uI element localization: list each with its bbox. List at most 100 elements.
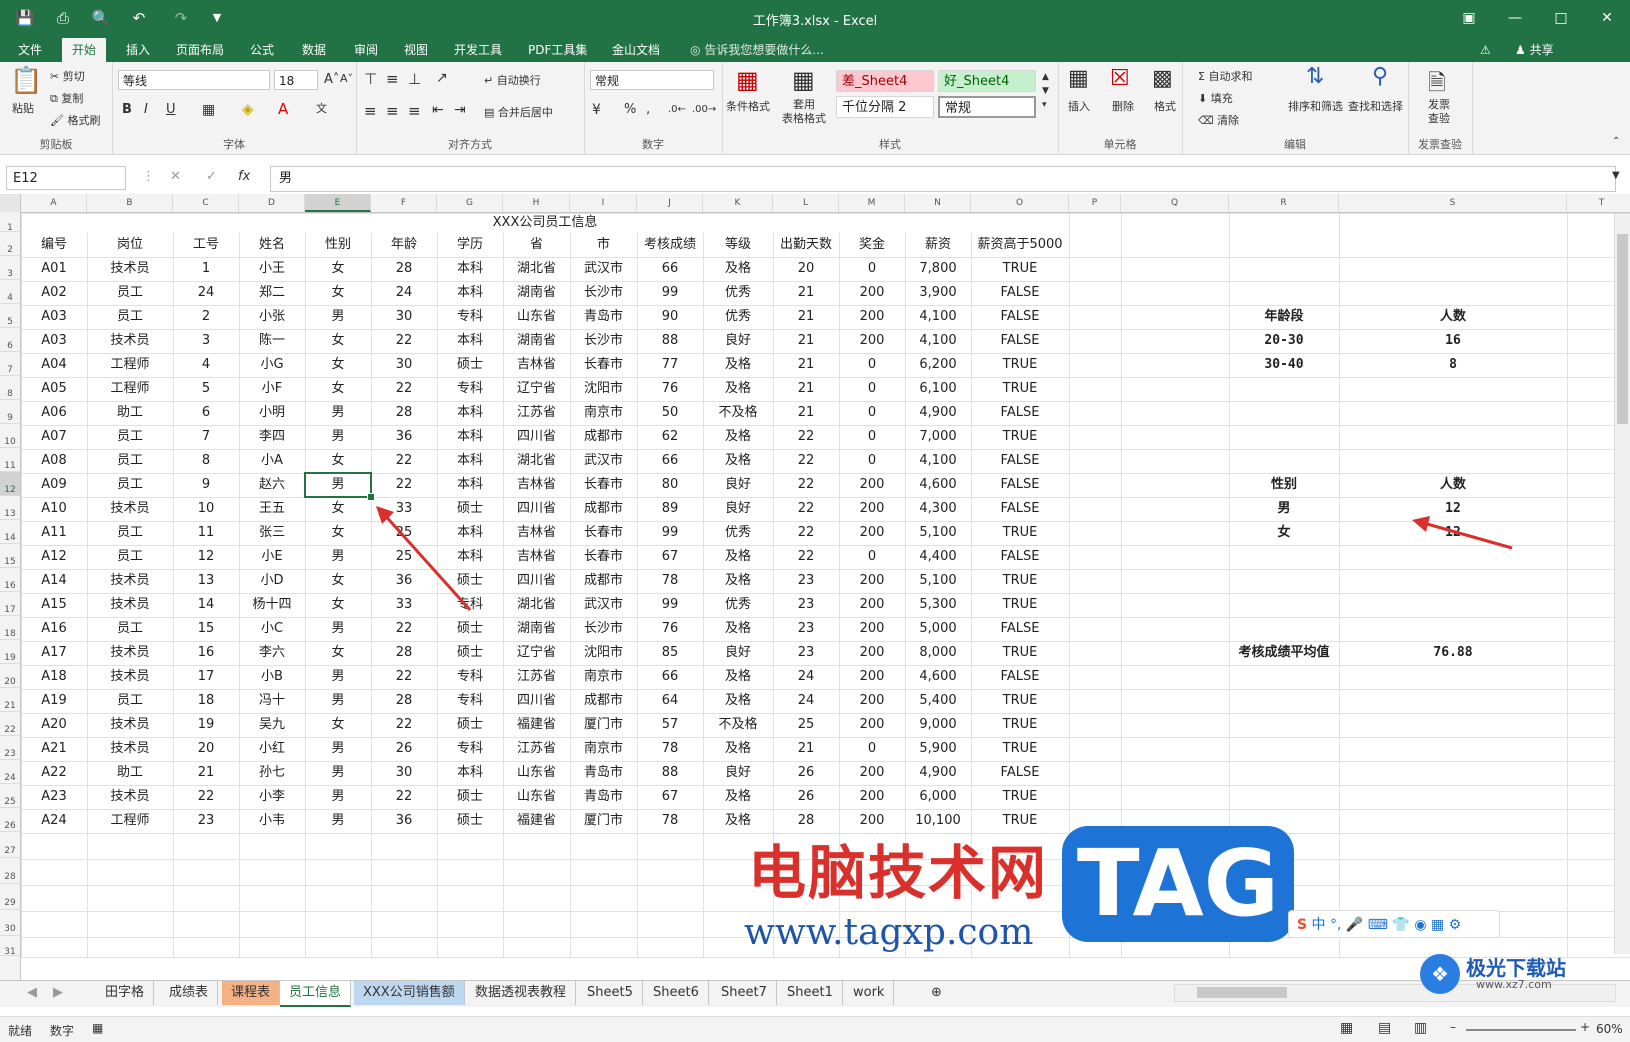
- table-cell[interactable]: 南京市: [570, 401, 637, 425]
- tab-home[interactable]: 开始: [62, 38, 107, 62]
- table-cell[interactable]: 18: [173, 689, 239, 713]
- row-header-11[interactable]: 11: [0, 448, 20, 472]
- scroll-thumb[interactable]: [1617, 234, 1628, 424]
- align-center-icon[interactable]: ≡: [386, 102, 399, 120]
- table-cell[interactable]: 湖南省: [503, 617, 570, 641]
- table-cell[interactable]: 21: [773, 737, 839, 761]
- table-cell[interactable]: 6,200: [905, 353, 971, 377]
- table-header-cell[interactable]: 奖金: [839, 233, 905, 257]
- table-cell[interactable]: 26: [773, 785, 839, 809]
- table-cell[interactable]: 99: [637, 593, 703, 617]
- table-cell[interactable]: 良好: [703, 473, 773, 497]
- row-header-18[interactable]: 18: [0, 616, 20, 640]
- row-header-16[interactable]: 16: [0, 568, 20, 592]
- table-cell[interactable]: A20: [21, 713, 87, 737]
- table-cell[interactable]: 10: [173, 497, 239, 521]
- table-cell[interactable]: 及格: [703, 353, 773, 377]
- table-cell[interactable]: 吴九: [239, 713, 305, 737]
- table-cell[interactable]: TRUE: [971, 377, 1069, 401]
- table-cell[interactable]: 21: [773, 377, 839, 401]
- table-header-cell[interactable]: 市: [570, 233, 637, 257]
- tab-file[interactable]: 文件: [8, 38, 52, 62]
- column-header-A[interactable]: A: [21, 194, 87, 212]
- select-all-corner[interactable]: [0, 194, 21, 212]
- table-cell[interactable]: 5,100: [905, 521, 971, 545]
- table-cell[interactable]: 女: [305, 353, 371, 377]
- table-cell[interactable]: 技术员: [87, 713, 173, 737]
- column-header-F[interactable]: F: [371, 194, 437, 212]
- table-cell[interactable]: 30: [371, 353, 437, 377]
- table-cell[interactable]: 及格: [703, 665, 773, 689]
- table-cell[interactable]: 四川省: [503, 569, 570, 593]
- column-header-M[interactable]: M: [839, 194, 905, 212]
- table-cell[interactable]: 硕士: [437, 713, 503, 737]
- table-cell[interactable]: 30: [371, 761, 437, 785]
- table-cell[interactable]: FALSE: [971, 281, 1069, 305]
- table-cell[interactable]: 四川省: [503, 497, 570, 521]
- column-header-L[interactable]: L: [773, 194, 839, 212]
- table-cell[interactable]: 22: [773, 473, 839, 497]
- table-header-cell[interactable]: 姓名: [239, 233, 305, 257]
- table-cell[interactable]: 小B: [239, 665, 305, 689]
- table-cell[interactable]: 36: [371, 809, 437, 833]
- row-header-21[interactable]: 21: [0, 688, 20, 712]
- table-cell[interactable]: 技术员: [87, 785, 173, 809]
- table-cell[interactable]: 助工: [87, 401, 173, 425]
- table-cell[interactable]: 21: [773, 305, 839, 329]
- table-cell[interactable]: 6,000: [905, 785, 971, 809]
- table-cell[interactable]: 女: [305, 713, 371, 737]
- table-cell[interactable]: TRUE: [971, 641, 1069, 665]
- table-cell[interactable]: 陈一: [239, 329, 305, 353]
- table-cell[interactable]: 0: [839, 545, 905, 569]
- table-cell[interactable]: 不及格: [703, 401, 773, 425]
- table-cell[interactable]: A14: [21, 569, 87, 593]
- table-cell[interactable]: 小A: [239, 449, 305, 473]
- table-cell[interactable]: A03: [21, 329, 87, 353]
- table-cell[interactable]: 67: [637, 785, 703, 809]
- table-cell[interactable]: 女: [305, 377, 371, 401]
- table-cell[interactable]: 21: [773, 329, 839, 353]
- row-header-30[interactable]: 30: [0, 910, 20, 936]
- table-cell[interactable]: 22: [773, 497, 839, 521]
- sheet-tab[interactable]: XXX公司销售额: [354, 981, 465, 1005]
- table-cell[interactable]: 辽宁省: [503, 377, 570, 401]
- underline-button[interactable]: U: [166, 102, 176, 117]
- table-cell[interactable]: TRUE: [971, 353, 1069, 377]
- table-cell[interactable]: A19: [21, 689, 87, 713]
- page-layout-view-icon[interactable]: ▤: [1378, 1020, 1391, 1036]
- table-cell[interactable]: 22: [371, 377, 437, 401]
- table-cell[interactable]: 90: [637, 305, 703, 329]
- row-header-4[interactable]: 4: [0, 280, 20, 304]
- number-format-select[interactable]: 常规: [590, 70, 714, 90]
- table-cell[interactable]: 0: [839, 257, 905, 281]
- grow-font-icon[interactable]: A˄: [324, 72, 339, 87]
- table-cell[interactable]: 良好: [703, 329, 773, 353]
- table-cell[interactable]: 湖北省: [503, 593, 570, 617]
- table-cell[interactable]: TRUE: [971, 713, 1069, 737]
- borders-icon[interactable]: ▦: [202, 102, 215, 118]
- ime-toolbar[interactable]: S 中 °, 🎤 ⌨ 👕 ◉ ▦ ⚙: [1288, 910, 1500, 938]
- formula-more-icon[interactable]: ⋮: [142, 169, 155, 184]
- table-cell[interactable]: 专科: [437, 737, 503, 761]
- styles-scroll-icon[interactable]: ▲ ▼ ▾: [1042, 70, 1049, 112]
- table-cell[interactable]: 5: [173, 377, 239, 401]
- summary-age-value[interactable]: 16: [1339, 329, 1567, 353]
- page-break-view-icon[interactable]: ▥: [1414, 1020, 1427, 1036]
- table-cell[interactable]: 江苏省: [503, 401, 570, 425]
- table-cell[interactable]: A11: [21, 521, 87, 545]
- table-cell[interactable]: 0: [839, 377, 905, 401]
- row-header-2[interactable]: 2: [0, 232, 20, 256]
- table-cell[interactable]: 良好: [703, 641, 773, 665]
- prev-sheet-icon[interactable]: ◀: [18, 981, 46, 1005]
- sheet-tab[interactable]: Sheet1: [778, 981, 843, 1005]
- table-cell[interactable]: 湖南省: [503, 281, 570, 305]
- table-cell[interactable]: 工程师: [87, 809, 173, 833]
- tell-me-box[interactable]: ◎ 告诉我您想要做什么...: [680, 38, 834, 62]
- tab-formulas[interactable]: 公式: [240, 38, 284, 62]
- tab-review[interactable]: 审阅: [344, 38, 388, 62]
- table-cell[interactable]: 长沙市: [570, 281, 637, 305]
- row-header-27[interactable]: 27: [0, 832, 20, 858]
- column-header-O[interactable]: O: [971, 194, 1069, 212]
- table-cell[interactable]: 5,400: [905, 689, 971, 713]
- table-cell[interactable]: 4,100: [905, 305, 971, 329]
